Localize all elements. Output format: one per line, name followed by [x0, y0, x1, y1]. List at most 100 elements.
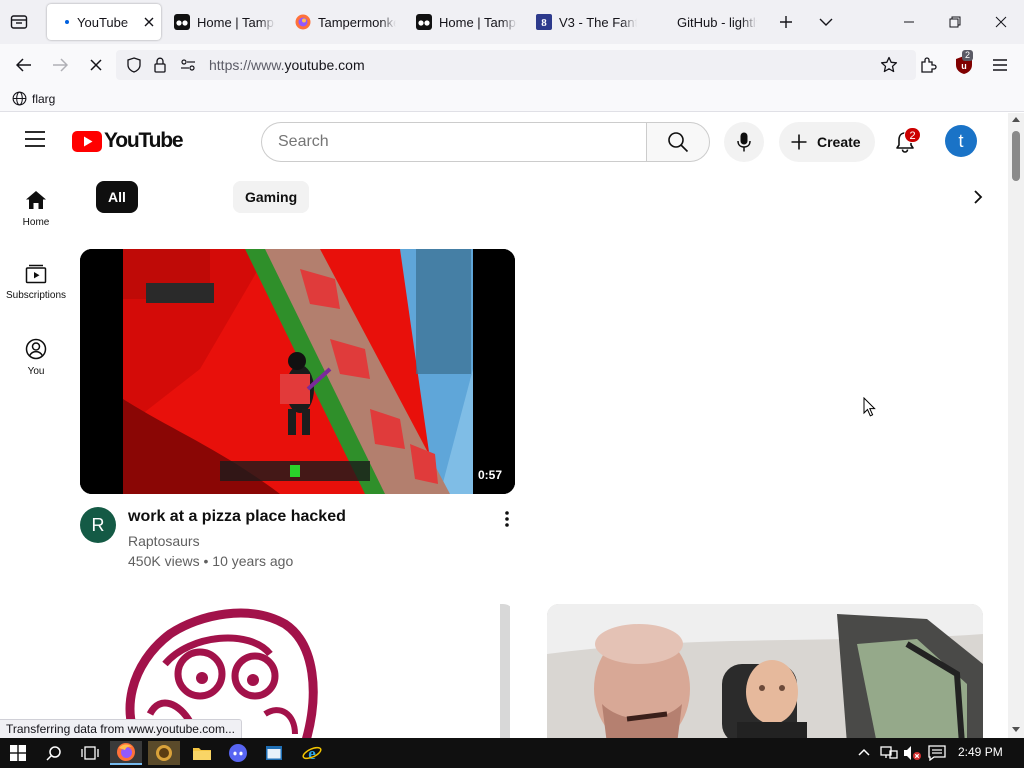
chevron-down-icon — [819, 18, 833, 26]
close-icon — [90, 59, 102, 71]
video-thumbnail[interactable] — [80, 604, 515, 738]
firefox-view-button[interactable] — [7, 10, 31, 34]
arrow-left-icon — [16, 58, 31, 72]
back-button[interactable] — [12, 53, 36, 77]
mouse-cursor-icon — [863, 397, 876, 417]
guide-item-you[interactable]: You — [0, 338, 72, 377]
windows-taskbar: e 2:49 PM — [0, 738, 1024, 768]
tab-label: Tampermonkey — [318, 14, 396, 30]
bookmark-label: flarg — [32, 91, 56, 106]
video-title[interactable]: work at a pizza place hacked — [128, 508, 346, 526]
forward-button[interactable] — [48, 53, 72, 77]
create-button[interactable]: Create — [779, 122, 875, 162]
taskbar-discord[interactable] — [222, 741, 254, 765]
message-bubble-icon — [928, 745, 946, 761]
puzzle-icon — [921, 57, 937, 73]
volume-button[interactable] — [903, 745, 923, 761]
close-tab-icon[interactable] — [143, 16, 155, 28]
show-hidden-icons-button[interactable] — [858, 747, 870, 757]
youtube-page: YouTube Create 2 t All Gaming Gaming Gam… — [0, 113, 1008, 738]
guide-label: Subscriptions — [5, 290, 67, 301]
tab-label: YouTube — [77, 14, 129, 30]
globe-icon — [12, 91, 27, 106]
tab-tampermonkey[interactable]: Tampermonkey — [295, 4, 399, 40]
channel-avatar[interactable]: R — [80, 507, 116, 543]
bookmarks-toolbar: flarg — [0, 86, 1024, 112]
bookmark-star-button[interactable] — [880, 56, 898, 74]
taskbar-app-2[interactable] — [148, 741, 180, 765]
browser-navigation-bar: https://www.youtube.com u 2 — [0, 44, 1024, 86]
account-avatar[interactable]: t — [945, 125, 977, 157]
extensions-button[interactable] — [916, 53, 940, 77]
taskbar-firefox[interactable] — [110, 741, 142, 765]
scrollbar-thumb[interactable] — [1012, 131, 1020, 181]
close-window-button[interactable] — [989, 10, 1013, 34]
voice-search-button[interactable] — [724, 122, 764, 162]
url-prefix: https://www. — [209, 57, 285, 73]
guide-menu-button[interactable] — [24, 130, 46, 148]
taskbar-terminal[interactable] — [258, 741, 290, 765]
task-view-button[interactable] — [74, 741, 106, 765]
lock-icon[interactable] — [153, 57, 167, 73]
video-more-actions-button[interactable] — [495, 507, 519, 531]
firefox-view-icon — [10, 15, 28, 29]
search-input[interactable] — [278, 123, 638, 161]
tab-label: Home | Tampermonkey — [439, 14, 517, 30]
search-button[interactable] — [646, 122, 710, 162]
tab-label: V3 - The Fantasy — [559, 14, 637, 30]
folder-icon — [193, 748, 211, 760]
scroll-down-arrow-icon[interactable] — [1012, 727, 1020, 733]
tab-youtube[interactable]: YouTube — [47, 4, 161, 40]
tab-v3-fantasy[interactable]: 8 V3 - The Fantasy — [536, 4, 640, 40]
view-count: 450K views — [128, 553, 200, 569]
guide-item-home[interactable]: Home — [0, 189, 72, 228]
page-scrollbar[interactable] — [1008, 113, 1024, 738]
video-metadata: 450K views • 10 years ago — [128, 553, 293, 569]
minimize-icon — [904, 21, 914, 23]
channel-name[interactable]: Raptosaurs — [128, 533, 200, 549]
youtube-logo[interactable]: YouTube — [72, 129, 184, 153]
chip-all[interactable]: All — [96, 181, 138, 213]
taskbar-file-explorer[interactable] — [186, 741, 218, 765]
guide-item-subscriptions[interactable]: Subscriptions — [0, 264, 72, 301]
address-bar[interactable]: https://www.youtube.com — [116, 50, 916, 80]
list-all-tabs-button[interactable] — [814, 10, 838, 34]
tab-tampermonkey-home-2[interactable]: Home | Tampermonkey — [416, 4, 520, 40]
network-status-button[interactable] — [880, 745, 898, 761]
scroll-up-arrow-icon[interactable] — [1012, 116, 1020, 122]
video-thumbnail[interactable] — [547, 604, 983, 738]
tab-tampermonkey-home-1[interactable]: Home | Tampermonkey — [174, 4, 278, 40]
minimize-window-button[interactable] — [897, 10, 921, 34]
permissions-icon[interactable] — [180, 58, 196, 72]
stop-loading-button[interactable] — [84, 53, 108, 77]
video-thumbnail[interactable] — [80, 249, 515, 494]
ublock-origin-button[interactable]: u 2 — [952, 50, 976, 77]
star-icon — [880, 56, 898, 73]
youtube-logo-text: YouTube — [104, 129, 184, 152]
url-text[interactable]: https://www.youtube.com — [209, 57, 365, 73]
video-thumbnail-image — [80, 604, 515, 738]
taskbar-internet-explorer[interactable]: e — [296, 741, 328, 765]
bookmark-flarg[interactable]: flarg — [12, 91, 55, 106]
guide-label: You — [27, 366, 45, 377]
search-field[interactable] — [261, 122, 647, 162]
app-menu-button[interactable] — [988, 53, 1012, 77]
restore-window-button[interactable] — [943, 10, 967, 34]
browser-status-text: Transferring data from www.youtube.com..… — [0, 719, 242, 738]
chip-gaming[interactable]: Gaming — [233, 181, 310, 213]
tab-label: Home | Tampermonkey — [197, 14, 275, 30]
start-button[interactable] — [2, 741, 34, 765]
chips-next-button[interactable] — [966, 185, 990, 209]
terminal-window-icon — [266, 746, 282, 760]
filter-chips-bar: All Gaming Gaming Gaming Gaming — [96, 181, 986, 213]
plus-icon — [791, 134, 807, 150]
taskbar-clock[interactable]: 2:49 PM — [958, 745, 1003, 759]
taskbar-search-button[interactable] — [38, 741, 70, 765]
guide-label: Home — [22, 217, 50, 228]
action-center-button[interactable] — [928, 745, 946, 761]
hamburger-menu-icon — [993, 59, 1007, 71]
tab-github[interactable]: GitHub - lightly — [677, 4, 761, 40]
home-icon — [26, 191, 46, 209]
tracking-protection-icon[interactable] — [126, 57, 142, 73]
new-tab-button[interactable] — [774, 10, 798, 34]
